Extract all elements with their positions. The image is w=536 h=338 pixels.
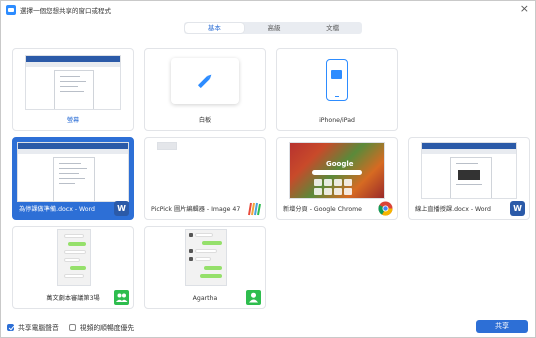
optimize-video-label: 視頻的順暢度優先: [79, 324, 135, 332]
tab-advanced[interactable]: 高級: [245, 22, 304, 34]
bottom-bar: 共享電腦聲音 視頻的順暢度優先 共享: [1, 317, 535, 337]
tab-bar: 基本 高級 文檔: [184, 22, 362, 34]
pencil-icon: [198, 74, 212, 88]
word-app-icon: W: [510, 201, 525, 216]
screen-preview: [25, 55, 121, 110]
tab-basic[interactable]: 基本: [185, 23, 244, 33]
tile-label: PicPick 圖片編輯器 - Image 47: [151, 206, 241, 213]
tile-chrome[interactable]: Google 新增分頁 - Google Chrome: [276, 137, 398, 220]
window-title: 選擇一個您想共享的窗口或程式: [20, 7, 111, 15]
share-screen-window: 選擇一個您想共享的窗口或程式 × 基本 高級 文檔 螢幕 白板 iPhone/i…: [0, 0, 536, 338]
tile-label: 線上直播授課.docx - Word: [415, 206, 491, 213]
zoom-app-icon: [6, 5, 16, 15]
share-audio-label: 共享電腦聲音: [18, 324, 59, 332]
picpick-app-icon: [248, 202, 261, 216]
tile-picpick[interactable]: PicPick 圖片編輯器 - Image 47: [144, 137, 266, 220]
tile-label: 新增分頁 - Google Chrome: [283, 206, 362, 213]
share-audio-checkbox[interactable]: [7, 323, 14, 331]
chat-preview: [57, 229, 91, 286]
close-icon[interactable]: ×: [520, 3, 529, 15]
tile-word-window-2[interactable]: 線上直播授課.docx - Word W: [408, 137, 530, 220]
chat-preview: [185, 229, 227, 286]
tile-whiteboard[interactable]: 白板: [144, 48, 266, 131]
contact-icon: [246, 290, 261, 305]
word-preview: [421, 142, 517, 199]
group-chat-icon: [114, 290, 129, 305]
tile-label: 為停課做準備.docx - Word: [19, 206, 95, 213]
google-logo-text: Google: [326, 160, 354, 168]
tile-label: 白板: [198, 117, 212, 124]
optimize-video-checkbox[interactable]: [68, 323, 76, 331]
airplay-icon: [326, 59, 348, 101]
tab-files[interactable]: 文檔: [303, 22, 362, 34]
share-button[interactable]: 共享: [476, 320, 528, 333]
tile-word-window-1[interactable]: 為停課做準備.docx - Word W: [12, 137, 134, 220]
whiteboard-preview: [171, 58, 239, 104]
tile-iphone-ipad[interactable]: iPhone/iPad: [276, 48, 398, 131]
tile-wechat-group[interactable]: 萬文劇本審議第3場: [12, 226, 134, 309]
chrome-app-icon: [378, 201, 393, 216]
word-preview: [17, 142, 129, 202]
tile-wechat-contact[interactable]: Agartha: [144, 226, 266, 309]
tile-label: iPhone/iPad: [319, 117, 355, 124]
picpick-preview: [157, 142, 177, 150]
chrome-preview: Google: [289, 142, 385, 199]
word-app-icon: W: [114, 201, 129, 216]
tile-label: 螢幕: [66, 117, 80, 124]
title-bar: 選擇一個您想共享的窗口或程式 ×: [1, 1, 535, 19]
tile-screen[interactable]: 螢幕: [12, 48, 134, 131]
